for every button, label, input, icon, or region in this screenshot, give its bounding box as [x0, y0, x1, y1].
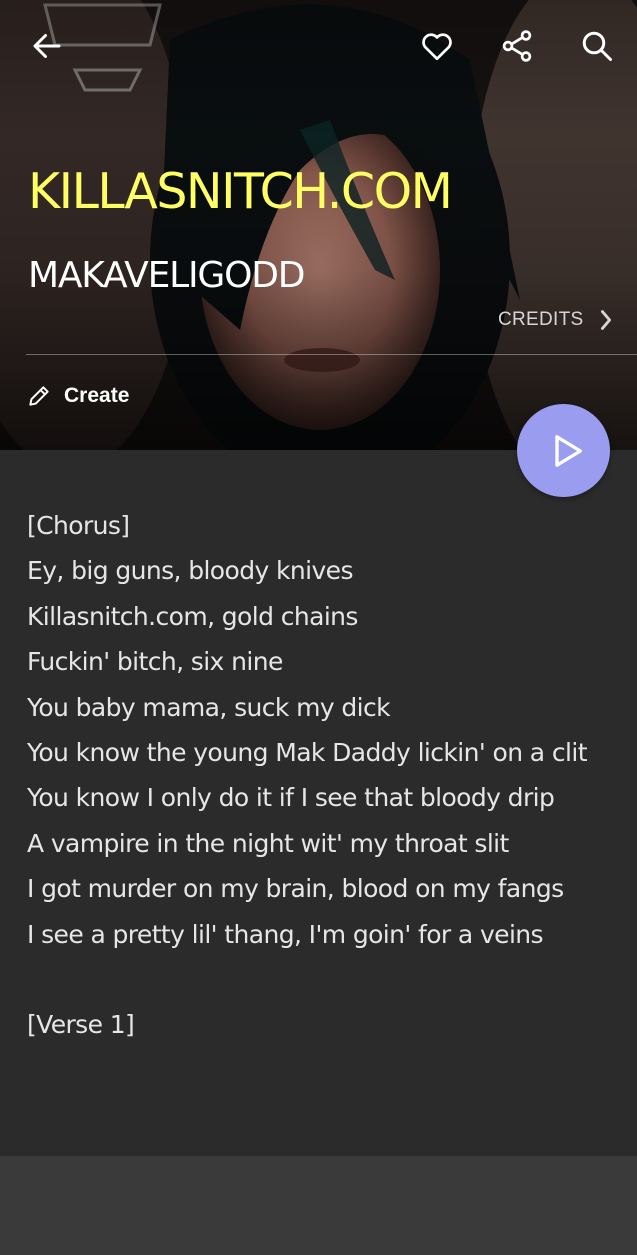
- play-button[interactable]: [517, 404, 610, 497]
- pencil-icon: [29, 386, 49, 406]
- song-page: KILLASNITCH.COM MAKAVELIGODD CREDITS Cre…: [0, 0, 637, 1255]
- credits-label: CREDITS: [498, 309, 584, 330]
- lyric-gap: [27, 957, 617, 1002]
- lyrics-text: [Chorus] Ey, big guns, bloody knives Killa…: [27, 503, 617, 1048]
- artist-name[interactable]: MAKAVELIGODD: [28, 253, 306, 299]
- lyric-line: [Verse 1]: [27, 1010, 135, 1040]
- back-button[interactable]: [23, 22, 71, 70]
- lyric-line: Killasnitch.com, gold chains: [27, 601, 358, 631]
- credits-link[interactable]: CREDITS: [498, 308, 614, 332]
- share-icon: [502, 30, 532, 62]
- lyric-line: You know the young Mak Daddy lickin' on …: [27, 738, 588, 768]
- lyric-line: You baby mama, suck my dick: [27, 692, 391, 722]
- header-divider: [26, 354, 637, 355]
- lyric-line: [Chorus]: [27, 511, 130, 540]
- create-button[interactable]: Create: [26, 383, 129, 409]
- create-label: Create: [64, 384, 130, 407]
- favorite-button[interactable]: [413, 22, 461, 70]
- share-button[interactable]: [493, 22, 541, 70]
- lyric-line: Ey, big guns, bloody knives: [27, 556, 353, 586]
- chevron-right-icon: [600, 310, 611, 330]
- lyric-line: I got murder on my brain, blood on my fa…: [27, 874, 564, 904]
- lyric-line: I see a pretty lil' thang, I'm goin' for…: [27, 919, 544, 949]
- search-icon: [582, 31, 612, 61]
- lyric-line: You know I only do it if I see that bloo…: [27, 783, 555, 813]
- search-button[interactable]: [573, 22, 621, 70]
- play-icon: [554, 434, 582, 467]
- lyric-line: Fuckin' bitch, six nine: [27, 647, 283, 677]
- bottom-bar: [0, 1156, 637, 1255]
- lyric-line: A vampire in the night wit' my throat sl…: [27, 828, 509, 858]
- song-header: KILLASNITCH.COM MAKAVELIGODD CREDITS Cre…: [0, 0, 637, 450]
- lyrics-panel: [Chorus] Ey, big guns, bloody knives Killa…: [0, 450, 637, 1156]
- back-arrow-icon: [33, 34, 61, 58]
- song-title: KILLASNITCH.COM: [28, 163, 453, 220]
- heart-icon: [422, 33, 452, 61]
